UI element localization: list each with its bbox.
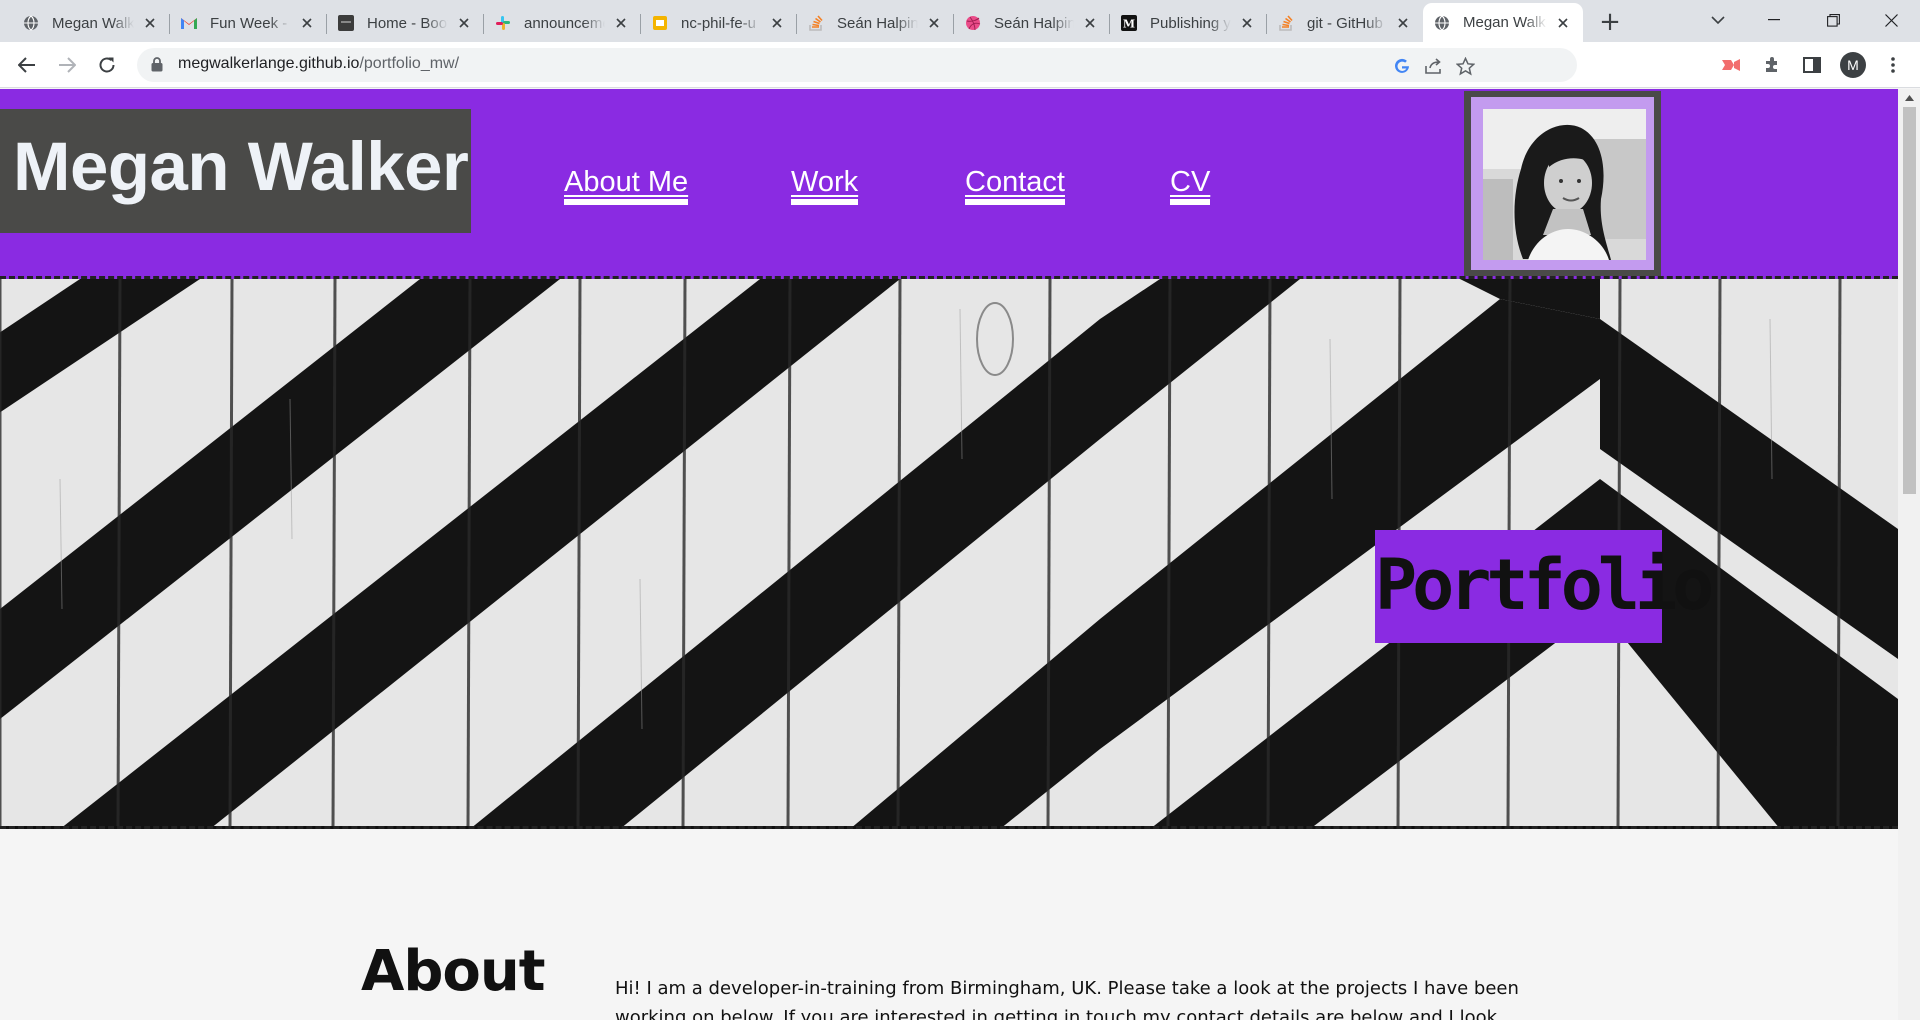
- bootcamp-icon: [337, 14, 355, 32]
- svg-text:M: M: [1123, 18, 1135, 31]
- page-scrollbar[interactable]: [1898, 89, 1920, 1020]
- browser-tab[interactable]: Fun Week -: [170, 4, 327, 42]
- nav-link-contact[interactable]: Contact: [965, 165, 1065, 205]
- nav-link-about-me[interactable]: About Me: [564, 165, 689, 205]
- browser-tab-title: Megan Walker: [1463, 14, 1547, 31]
- slack-icon: [494, 14, 512, 32]
- minimize-button[interactable]: [1751, 0, 1797, 40]
- menu-kebab-icon[interactable]: [1882, 54, 1904, 76]
- profile-avatar[interactable]: M: [1840, 52, 1866, 78]
- close-tab-icon[interactable]: [924, 13, 944, 33]
- globe-icon: [22, 14, 40, 32]
- scroll-up-arrow-icon[interactable]: [1898, 89, 1920, 107]
- about-paragraph: Hi! I am a developer-in-training from Bi…: [615, 978, 1519, 1020]
- dribbble-icon: [964, 14, 982, 32]
- browser-tab-title: Seán Halpin: [837, 14, 918, 32]
- browser-tab[interactable]: Home - Bootcamp: [327, 4, 484, 42]
- hero-title-box: Portfolio: [1375, 530, 1714, 643]
- browser-tab-title: git - GitHub: [1307, 14, 1387, 32]
- medium-icon: M: [1120, 14, 1138, 32]
- hero-banner: Portfolio: [0, 279, 1898, 829]
- share-icon[interactable]: [1423, 55, 1445, 77]
- reload-button[interactable]: [92, 50, 122, 80]
- stackoverflow-icon: [807, 14, 825, 32]
- lock-icon[interactable]: [151, 57, 163, 76]
- browser-tab-title: Megan Walker: [52, 14, 134, 32]
- tab-search-chevron-icon[interactable]: [1695, 0, 1741, 40]
- browser-tab[interactable]: Megan Walker: [12, 4, 170, 42]
- site-logo: Megan Walker: [13, 128, 469, 205]
- hero-title: Portfolio: [1375, 544, 1714, 626]
- site-header: Megan Walker About Me Work Contact CV: [0, 89, 1898, 279]
- close-tab-icon[interactable]: [140, 13, 160, 33]
- extension-record-icon[interactable]: [1720, 54, 1742, 76]
- nav-link-cv[interactable]: CV: [1170, 165, 1211, 205]
- gmail-icon: [180, 14, 198, 32]
- close-tab-icon[interactable]: [611, 13, 631, 33]
- close-tab-icon[interactable]: [1553, 13, 1573, 33]
- stackoverflow-icon: [1277, 14, 1295, 32]
- browser-toolbar: megwalkerlange.github.io/portfolio_mw/ M: [0, 42, 1920, 88]
- profile-photo-frame: [1464, 91, 1661, 276]
- browser-tab[interactable]: git - GitHub: [1267, 4, 1423, 42]
- new-tab-button[interactable]: +: [1596, 7, 1624, 37]
- browser-tab-title: nc-phil-fe-u: [681, 14, 761, 32]
- page-viewport: Megan Walker About Me Work Contact CV Po…: [0, 89, 1920, 1020]
- bookmark-star-icon[interactable]: [1454, 55, 1476, 77]
- about-heading: About: [361, 939, 546, 1004]
- side-panel-icon[interactable]: [1801, 54, 1823, 76]
- browser-tab[interactable]: M Publishing your: [1110, 4, 1267, 42]
- close-tab-icon[interactable]: [297, 13, 317, 33]
- extensions-puzzle-icon[interactable]: [1761, 54, 1783, 76]
- globe-icon: [1433, 14, 1451, 32]
- browser-tab-title: Home - Bootcamp: [367, 14, 448, 32]
- close-tab-icon[interactable]: [1237, 13, 1257, 33]
- browser-tab-title: Publishing your: [1150, 14, 1231, 32]
- site-logo-box: Megan Walker: [0, 109, 471, 233]
- close-tab-icon[interactable]: [1393, 13, 1413, 33]
- slides-icon: [651, 14, 669, 32]
- browser-tab[interactable]: announcements: [484, 4, 641, 42]
- browser-tab-title: Seán Halpin: [994, 14, 1074, 32]
- url-text: megwalkerlange.github.io/portfolio_mw/: [178, 55, 460, 72]
- forward-button[interactable]: [52, 50, 82, 80]
- browser-tab-title: Fun Week -: [210, 14, 291, 32]
- restore-button[interactable]: [1810, 0, 1856, 40]
- browser-tab[interactable]: nc-phil-fe-u: [641, 4, 797, 42]
- nav-link-work[interactable]: Work: [791, 165, 859, 205]
- close-tab-icon[interactable]: [767, 13, 787, 33]
- back-button[interactable]: [12, 50, 42, 80]
- browser-tab[interactable]: Seán Halpin: [797, 4, 954, 42]
- browser-tab[interactable]: Megan Walker: [1423, 3, 1583, 42]
- close-tab-icon[interactable]: [1080, 13, 1100, 33]
- browser-tab[interactable]: Seán Halpin: [954, 4, 1110, 42]
- address-bar[interactable]: megwalkerlange.github.io/portfolio_mw/: [137, 48, 1577, 82]
- close-window-button[interactable]: [1868, 0, 1914, 40]
- profile-photo: [1483, 109, 1646, 260]
- browser-tab-strip: Megan Walker Fun Week - Home - Bootcamp an…: [0, 0, 1920, 42]
- browser-tab-title: announcements: [524, 14, 605, 32]
- scrollbar-thumb[interactable]: [1903, 107, 1916, 494]
- close-tab-icon[interactable]: [454, 13, 474, 33]
- google-lens-icon[interactable]: [1391, 55, 1413, 77]
